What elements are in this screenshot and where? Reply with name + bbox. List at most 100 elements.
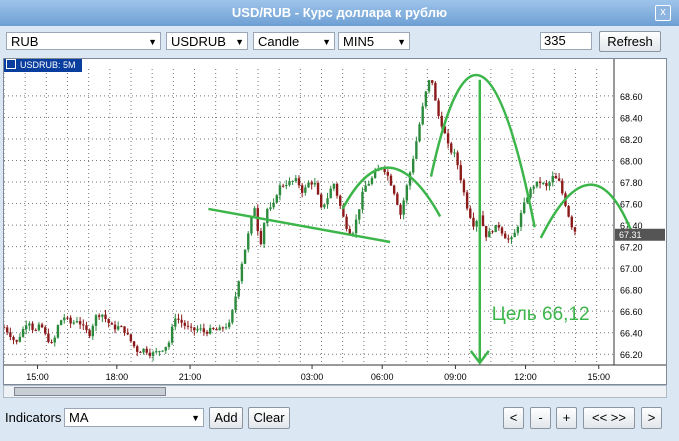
candles bbox=[4, 79, 577, 361]
candle-body bbox=[297, 178, 301, 186]
y-tick-label: 67.60 bbox=[620, 200, 643, 210]
candle-body bbox=[101, 314, 104, 317]
candle-body bbox=[561, 180, 564, 194]
candle-body bbox=[50, 342, 53, 344]
candle-body bbox=[259, 230, 263, 245]
candle-body bbox=[142, 348, 145, 353]
candle-body bbox=[434, 82, 437, 101]
candle-body bbox=[281, 185, 285, 187]
candle-body bbox=[551, 175, 554, 183]
candle-body bbox=[82, 324, 85, 326]
candle-body bbox=[170, 326, 174, 343]
candle-body bbox=[316, 182, 320, 195]
candle-body bbox=[494, 225, 497, 233]
candle-body bbox=[85, 325, 88, 331]
candle-body bbox=[278, 185, 282, 196]
y-tick-label: 66.40 bbox=[620, 329, 643, 339]
target-label: Цель 66,12 bbox=[492, 304, 590, 325]
x-tick-label: 21:00 bbox=[179, 372, 202, 382]
y-axis: 66.2066.4066.6066.8067.0067.2067.4067.60… bbox=[620, 92, 643, 360]
candle-body bbox=[183, 322, 187, 326]
candle-body bbox=[4, 327, 6, 329]
candle-body bbox=[421, 106, 424, 125]
currency-select[interactable]: RUB ▼ bbox=[6, 32, 161, 50]
interval-select[interactable]: MIN5 ▼ bbox=[338, 32, 410, 50]
refresh-button[interactable]: Refresh bbox=[599, 31, 661, 52]
clear-indicators-button[interactable]: Clear bbox=[248, 407, 290, 429]
candle-body bbox=[542, 183, 545, 185]
x-tick-label: 15:00 bbox=[26, 372, 49, 382]
candle-body bbox=[208, 328, 212, 334]
nav-back-button[interactable]: < bbox=[503, 407, 524, 429]
candle-body bbox=[151, 352, 155, 356]
candle-body bbox=[253, 208, 256, 217]
y-tick-label: 67.20 bbox=[620, 243, 643, 253]
candle-body bbox=[250, 216, 253, 234]
candle-body bbox=[548, 182, 551, 187]
candle-body bbox=[37, 324, 41, 331]
dropdown-arrow-icon: ▼ bbox=[235, 37, 244, 47]
candle-body bbox=[326, 198, 329, 205]
zoom-out-button[interactable]: - bbox=[530, 407, 551, 429]
x-tick-label: 18:00 bbox=[106, 372, 129, 382]
y-tick-label: 66.60 bbox=[620, 307, 643, 317]
candle-body bbox=[396, 193, 399, 205]
zoom-in-button[interactable]: + bbox=[556, 407, 577, 429]
candle-body bbox=[370, 178, 374, 184]
candle-body bbox=[189, 326, 193, 328]
candle-body bbox=[158, 351, 161, 353]
candle-body bbox=[237, 281, 240, 297]
candle-body bbox=[361, 191, 364, 210]
candle-body bbox=[196, 328, 199, 331]
candle-body bbox=[247, 233, 250, 250]
candle-body bbox=[75, 321, 79, 323]
candle-body bbox=[9, 332, 12, 338]
candle-body bbox=[339, 195, 342, 206]
chart-scrollbar[interactable] bbox=[3, 385, 667, 398]
candle-body bbox=[500, 227, 504, 234]
add-indicator-button[interactable]: Add bbox=[209, 407, 243, 429]
chart-symbol-label: USDRUB: 5M bbox=[4, 59, 82, 72]
nav-forward-button[interactable]: > bbox=[641, 407, 662, 429]
candle-body bbox=[516, 226, 520, 233]
chart-type-value: Candle bbox=[258, 34, 300, 49]
candle-body bbox=[440, 115, 443, 127]
x-tick-label: 06:00 bbox=[371, 372, 394, 382]
candle-body bbox=[285, 185, 288, 187]
candle-body bbox=[453, 152, 456, 154]
chart-type-select[interactable]: Candle ▼ bbox=[253, 32, 335, 50]
candle-body bbox=[450, 143, 453, 153]
candle-body bbox=[484, 225, 488, 238]
candle-body bbox=[161, 350, 164, 352]
candle-body bbox=[532, 186, 535, 189]
fit-all-button[interactable]: << >> bbox=[583, 407, 635, 429]
candle-body bbox=[481, 215, 485, 226]
candle-body bbox=[497, 225, 501, 228]
x-tick-label: 03:00 bbox=[301, 372, 324, 382]
candle-body bbox=[320, 194, 323, 208]
count-input[interactable]: 335 bbox=[540, 32, 592, 50]
head-arc bbox=[429, 73, 536, 228]
candle-body bbox=[148, 352, 152, 356]
candle-body bbox=[507, 238, 510, 240]
dropdown-arrow-icon: ▼ bbox=[148, 37, 157, 47]
candlestick-chart[interactable]: 66.2066.4066.6066.8067.0067.2067.4067.60… bbox=[4, 59, 666, 384]
candle-body bbox=[310, 182, 313, 185]
candle-body bbox=[358, 209, 361, 220]
candle-body bbox=[354, 219, 358, 234]
candle-body bbox=[513, 232, 516, 238]
symbol-select[interactable]: USDRUB ▼ bbox=[166, 32, 248, 50]
candle-body bbox=[15, 340, 18, 342]
y-tick-label: 68.60 bbox=[620, 92, 643, 102]
close-icon[interactable]: x bbox=[655, 5, 671, 21]
candle-body bbox=[28, 323, 31, 326]
candle-body bbox=[367, 183, 370, 186]
candle-body bbox=[275, 195, 278, 203]
candle-body bbox=[462, 180, 466, 193]
y-tick-label: 68.20 bbox=[620, 135, 643, 145]
candle-body bbox=[40, 324, 44, 328]
scroll-thumb[interactable] bbox=[14, 387, 166, 396]
candle-body bbox=[5, 327, 9, 333]
indicator-select[interactable]: MA ▼ bbox=[64, 408, 204, 427]
bottom-bar: Indicators MA ▼ Add Clear < - + << >> > bbox=[0, 402, 679, 441]
